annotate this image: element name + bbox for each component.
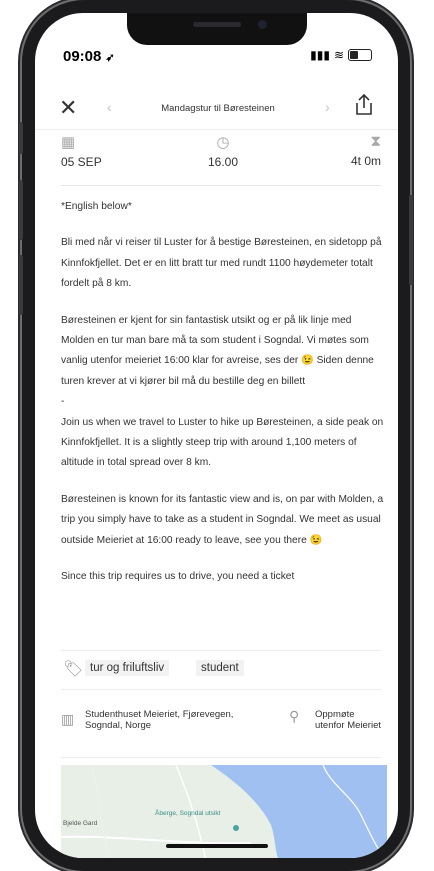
front-camera xyxy=(258,20,267,29)
page-title: Mandagstur til Børesteinen xyxy=(161,103,275,114)
event-nav-bar: ✕ ‹ Mandagstur til Børesteinen › xyxy=(35,89,398,130)
tag-row: 🏷 tur og friluftsliv student xyxy=(61,650,381,690)
signal-icon: ▮▮▮ xyxy=(310,48,330,62)
description-paragraph: Bli med når vi reiser til Luster for å b… xyxy=(61,237,382,290)
mute-switch xyxy=(19,122,23,154)
event-date: 05 SEP xyxy=(61,155,102,169)
map-label: Bjelde Gard xyxy=(63,820,98,827)
description-divider: - xyxy=(61,396,65,408)
close-icon[interactable]: ✕ xyxy=(59,95,77,121)
volume-down-button xyxy=(19,255,23,315)
location-arrow-icon: ➶ xyxy=(105,52,115,64)
wifi-icon: ≋ xyxy=(333,48,344,62)
event-duration: 4t 0m xyxy=(350,154,381,168)
chevron-left-icon[interactable]: ‹ xyxy=(107,99,112,115)
home-indicator xyxy=(166,844,268,848)
description-paragraph: Join us when we travel to Luster to hike… xyxy=(61,416,384,469)
tag-chip[interactable]: student xyxy=(196,660,244,676)
map-road xyxy=(90,765,111,858)
tag-icon: 🏷 xyxy=(63,661,84,678)
duration-block: ⧗ 4t 0m xyxy=(351,133,381,168)
event-description: *English below* Bli med når vi reiser ti… xyxy=(61,197,387,604)
venue-address[interactable]: Studenthuset Meieriet, Fjørevegen, Sognd… xyxy=(85,709,255,731)
status-time-text: 09:08 xyxy=(63,48,102,65)
location-row: ▥ Studenthuset Meieriet, Fjørevegen, Sog… xyxy=(61,695,381,758)
description-paragraph: Børesteinen er kjent for sin fantastisk … xyxy=(61,314,374,387)
map-road xyxy=(61,835,252,845)
share-icon[interactable] xyxy=(353,93,375,122)
description-paragraph: Børesteinen is known for its fantastic v… xyxy=(61,493,384,546)
notch xyxy=(127,13,307,45)
battery-icon xyxy=(348,49,372,61)
status-time: 09:08 ➶ xyxy=(63,48,115,65)
chevron-right-icon[interactable]: › xyxy=(325,99,330,115)
map-poi-marker xyxy=(233,825,239,831)
event-time: 16.00 xyxy=(207,155,239,169)
pin-icon: ⚲ xyxy=(289,708,300,724)
description-paragraph: Since this trip requires us to drive, yo… xyxy=(61,571,295,583)
calendar-icon: ▦ xyxy=(61,134,76,151)
map-label: Åberge, Sogndal utsikt xyxy=(155,810,221,817)
event-meta: ▦ 05 SEP ◷ 16.00 ⧗ 4t 0m xyxy=(61,133,381,186)
clock-icon: ◷ xyxy=(216,134,230,151)
time-block: ◷ 16.00 xyxy=(201,133,245,169)
date-block: ▦ 05 SEP xyxy=(61,133,102,169)
meetup-point: Oppmøte utenfor Meieriet xyxy=(315,709,382,731)
map-icon: ▥ xyxy=(61,711,75,727)
volume-up-button xyxy=(19,180,23,240)
screen: 09:08 ➶ ▮▮▮ ≋ ✕ ‹ Mandagstur til Børeste… xyxy=(35,13,398,858)
tag-chip[interactable]: tur og friluftsliv xyxy=(85,660,170,676)
status-indicators: ▮▮▮ ≋ xyxy=(310,48,372,62)
speaker xyxy=(193,22,241,27)
description-paragraph: *English below* xyxy=(61,201,132,212)
hourglass-icon: ⧗ xyxy=(370,133,381,150)
power-button xyxy=(409,195,413,285)
